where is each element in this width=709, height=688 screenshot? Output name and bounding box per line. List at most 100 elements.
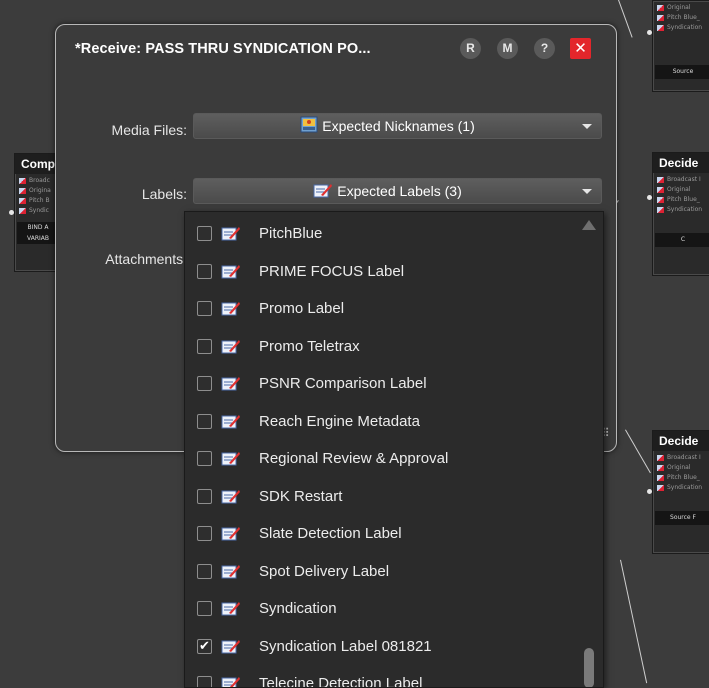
node-row: Pitch Blue_ — [655, 13, 709, 23]
label-icon — [221, 226, 241, 245]
node-row: Broadc — [17, 176, 59, 186]
connector-line — [620, 559, 648, 684]
label-checkbox[interactable] — [197, 676, 212, 687]
node-row: Pitch Blue_ — [655, 473, 709, 483]
media-file-icon — [300, 116, 318, 140]
list-item[interactable]: Slate Detection Label — [185, 516, 577, 553]
scrollbar[interactable] — [577, 212, 603, 687]
list-item[interactable]: Regional Review & Approval — [185, 441, 577, 478]
node-row: Original — [655, 3, 709, 13]
media-files-label: Media Files: — [111, 122, 187, 138]
node-footer: C — [655, 233, 709, 247]
list-item-label: Telecine Detection Label — [259, 675, 423, 688]
list-item[interactable]: Reach Engine Metadata — [185, 404, 577, 441]
chevron-down-icon — [582, 189, 592, 194]
node-row: Syndication — [655, 23, 709, 33]
m-button[interactable]: M — [497, 38, 518, 59]
list-item[interactable]: Promo Label — [185, 291, 577, 328]
label-icon — [221, 414, 241, 433]
scroll-up-arrow-icon[interactable] — [582, 220, 596, 230]
list-item[interactable]: Syndication — [185, 591, 577, 628]
node-title: Decide — [653, 153, 709, 173]
node-footer: BIND A VARIAB — [17, 222, 59, 244]
list-item-label: Slate Detection Label — [259, 525, 402, 542]
label-checkbox[interactable]: ✔ — [197, 638, 212, 654]
node-row: Origina — [17, 186, 59, 196]
label-checkbox[interactable] — [197, 338, 212, 354]
list-item[interactable]: ✔ Syndication Label 081821 — [185, 629, 577, 666]
label-icon — [313, 181, 333, 205]
label-icon — [221, 564, 241, 583]
label-icon — [221, 451, 241, 470]
label-checkbox[interactable] — [197, 413, 212, 429]
label-icon — [221, 489, 241, 508]
list-item-label: Syndication Label 081821 — [259, 637, 432, 655]
label-icon — [221, 376, 241, 395]
label-icon — [221, 601, 241, 620]
node-row: Original — [655, 185, 709, 195]
list-item-label: PSNR Comparison Label — [259, 375, 427, 392]
attachments-label: Attachments: — [105, 251, 187, 267]
label-checkbox[interactable] — [197, 563, 212, 579]
list-item[interactable]: SDK Restart — [185, 479, 577, 516]
list-item-label: PRIME FOCUS Label — [259, 262, 405, 280]
labels-value: Expected Labels (3) — [337, 183, 462, 199]
help-button[interactable]: ? — [534, 38, 555, 59]
workflow-node-top-right[interactable]: Original Pitch Blue_ Syndication Source — [652, 0, 709, 92]
label-icon — [221, 301, 241, 320]
connector-line — [625, 429, 651, 474]
label-checkbox[interactable] — [197, 301, 212, 316]
label-icon — [221, 264, 241, 283]
list-item[interactable]: PSNR Comparison Label — [185, 366, 577, 403]
connector-port[interactable] — [647, 30, 652, 35]
list-item[interactable]: Promo Teletrax — [185, 329, 577, 366]
close-button[interactable]: ✕ — [570, 38, 591, 59]
list-item-label: Promo Teletrax — [259, 337, 360, 355]
label-checkbox[interactable] — [197, 526, 212, 541]
connector-port[interactable] — [9, 210, 14, 215]
label-checkbox[interactable] — [197, 451, 212, 466]
dialog-title: *Receive: PASS THRU SYNDICATION PO... — [75, 41, 371, 57]
connector-port[interactable] — [647, 195, 652, 200]
label-icon — [221, 676, 241, 687]
node-row: Pitch B — [17, 196, 59, 206]
connector-line — [618, 0, 633, 38]
list-item-label: Reach Engine Metadata — [259, 412, 420, 430]
node-row: Original — [655, 463, 709, 473]
label-icon — [221, 639, 241, 658]
r-button[interactable]: R — [460, 38, 481, 59]
node-footer: Source F — [655, 511, 709, 525]
list-item[interactable]: PRIME FOCUS Label — [185, 254, 577, 291]
label-checkbox[interactable] — [197, 376, 212, 391]
scroll-thumb[interactable] — [584, 648, 594, 687]
labels-dropdown[interactable]: Expected Labels (3) — [193, 178, 602, 204]
list-item-label: PitchBlue — [259, 225, 323, 242]
list-item-label: Syndication — [259, 600, 337, 617]
labels-label: Labels: — [141, 186, 187, 202]
list-item[interactable]: PitchBlue — [185, 216, 577, 253]
node-row: Broadcast I — [655, 453, 709, 463]
list-item[interactable]: Telecine Detection Label — [185, 666, 577, 688]
node-row: Syndication — [655, 205, 709, 215]
labels-list-popup: PitchBlue PRIME FOCUS Label Promo Label Pro… — [184, 211, 604, 688]
media-files-dropdown[interactable]: Expected Nicknames (1) — [193, 113, 602, 139]
close-icon: ✕ — [574, 39, 587, 57]
label-checkbox[interactable] — [197, 601, 212, 616]
node-row: Pitch Blue_ — [655, 195, 709, 205]
list-item[interactable]: Spot Delivery Label — [185, 554, 577, 591]
workflow-node-decide[interactable]: Decide Broadcast I Original Pitch Blue_ … — [652, 152, 709, 276]
node-row: Syndic — [17, 206, 59, 216]
list-item-label: SDK Restart — [259, 487, 343, 505]
label-checkbox[interactable] — [197, 263, 212, 279]
workflow-node-decide[interactable]: Decide Broadcast I Original Pitch Blue_ … — [652, 430, 709, 554]
label-checkbox[interactable] — [197, 488, 212, 504]
node-row: Broadcast I — [655, 175, 709, 185]
list-item-label: Spot Delivery Label — [259, 562, 390, 580]
node-title: Decide — [653, 431, 709, 451]
chevron-down-icon — [582, 124, 592, 129]
label-icon — [221, 526, 241, 545]
node-row: Syndication — [655, 483, 709, 493]
label-checkbox[interactable] — [197, 226, 212, 241]
node-footer: Source — [655, 65, 709, 79]
connector-port[interactable] — [647, 489, 652, 494]
